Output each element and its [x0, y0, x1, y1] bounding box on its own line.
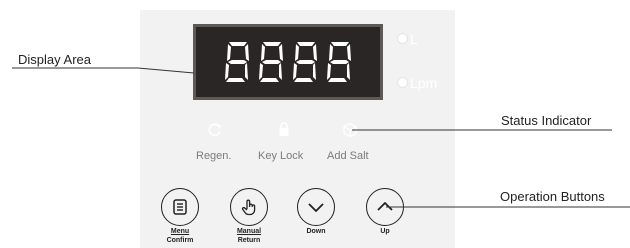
- status-indicator-callout: Status Indicator: [501, 113, 592, 128]
- display-area-callout: Display Area: [18, 52, 91, 67]
- operation-buttons-callout: Operation Buttons: [500, 189, 605, 204]
- display-area-leader: [12, 67, 195, 74]
